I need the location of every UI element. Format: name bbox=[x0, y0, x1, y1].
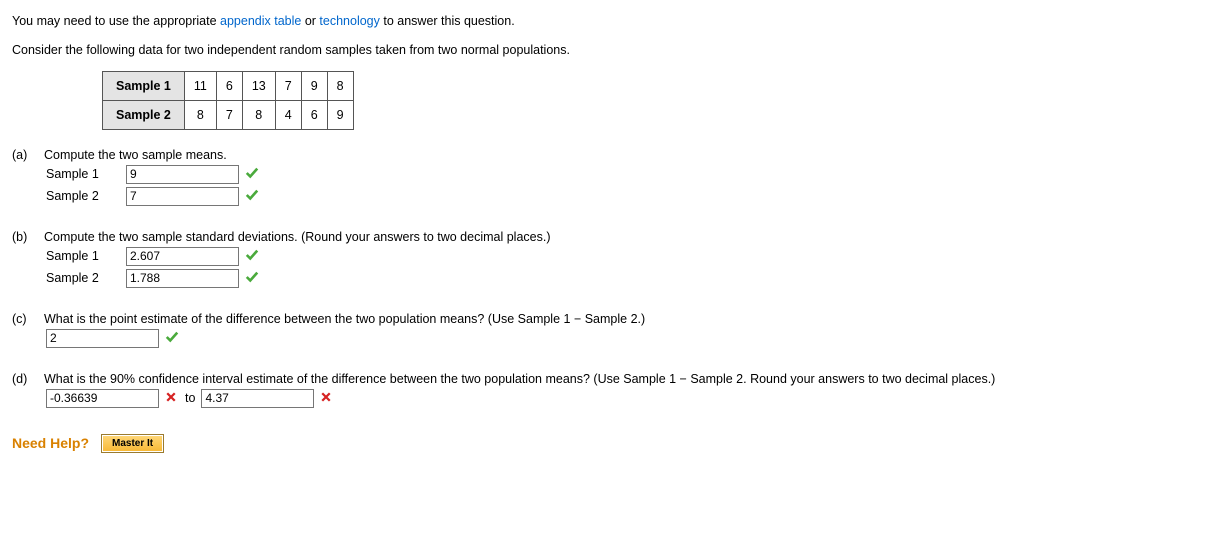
table-row: Sample 2 8 7 8 4 6 9 bbox=[103, 100, 354, 129]
data-cell: 8 bbox=[327, 71, 353, 100]
part-b: (b) Compute the two sample standard devi… bbox=[12, 230, 1213, 288]
intro-text: You may need to use the appropriate appe… bbox=[12, 12, 1213, 31]
part-letter: (c) bbox=[12, 312, 44, 326]
ci-lower-input[interactable] bbox=[46, 389, 159, 408]
data-cell: 8 bbox=[242, 100, 275, 129]
need-help-section: Need Help? Master It bbox=[12, 434, 1213, 453]
point-estimate-input[interactable] bbox=[46, 329, 159, 348]
sample2-sd-input[interactable] bbox=[126, 269, 239, 288]
cross-icon bbox=[165, 391, 177, 406]
intro-mid: or bbox=[301, 14, 319, 28]
data-cell: 8 bbox=[184, 100, 216, 129]
ci-upper-input[interactable] bbox=[201, 389, 314, 408]
data-cell: 4 bbox=[275, 100, 301, 129]
appendix-link[interactable]: appendix table bbox=[220, 14, 301, 28]
part-prompt: What is the point estimate of the differ… bbox=[44, 312, 1213, 326]
row-label: Sample 2 bbox=[103, 100, 185, 129]
problem-description: Consider the following data for two inde… bbox=[12, 43, 1213, 57]
check-icon bbox=[245, 270, 259, 287]
data-cell: 11 bbox=[184, 71, 216, 100]
check-icon bbox=[245, 248, 259, 265]
part-letter: (a) bbox=[12, 148, 44, 162]
check-icon bbox=[245, 166, 259, 183]
technology-link[interactable]: technology bbox=[319, 14, 379, 28]
part-letter: (b) bbox=[12, 230, 44, 244]
part-prompt: Compute the two sample standard deviatio… bbox=[44, 230, 1213, 244]
to-label: to bbox=[185, 391, 195, 405]
sample1-mean-input[interactable] bbox=[126, 165, 239, 184]
part-prompt: Compute the two sample means. bbox=[44, 148, 1213, 162]
part-a: (a) Compute the two sample means. Sample… bbox=[12, 148, 1213, 206]
table-row: Sample 1 11 6 13 7 9 8 bbox=[103, 71, 354, 100]
data-cell: 9 bbox=[301, 71, 327, 100]
data-cell: 7 bbox=[216, 100, 242, 129]
data-cell: 13 bbox=[242, 71, 275, 100]
answer-label: Sample 2 bbox=[46, 189, 126, 203]
part-prompt: What is the 90% confidence interval esti… bbox=[44, 372, 1213, 386]
answer-label: Sample 1 bbox=[46, 167, 126, 181]
check-icon bbox=[245, 188, 259, 205]
sample-data-table: Sample 1 11 6 13 7 9 8 Sample 2 8 7 8 4 … bbox=[102, 71, 354, 130]
part-c: (c) What is the point estimate of the di… bbox=[12, 312, 1213, 348]
data-cell: 6 bbox=[216, 71, 242, 100]
sample2-mean-input[interactable] bbox=[126, 187, 239, 206]
check-icon bbox=[165, 330, 179, 347]
answer-label: Sample 1 bbox=[46, 249, 126, 263]
sample1-sd-input[interactable] bbox=[126, 247, 239, 266]
cross-icon bbox=[320, 391, 332, 406]
intro-post: to answer this question. bbox=[380, 14, 515, 28]
part-letter: (d) bbox=[12, 372, 44, 386]
part-d: (d) What is the 90% confidence interval … bbox=[12, 372, 1213, 408]
data-cell: 9 bbox=[327, 100, 353, 129]
need-help-label: Need Help? bbox=[12, 435, 89, 451]
intro-pre: You may need to use the appropriate bbox=[12, 14, 220, 28]
data-cell: 7 bbox=[275, 71, 301, 100]
answer-label: Sample 2 bbox=[46, 271, 126, 285]
master-it-button[interactable]: Master It bbox=[101, 434, 164, 453]
data-cell: 6 bbox=[301, 100, 327, 129]
row-label: Sample 1 bbox=[103, 71, 185, 100]
